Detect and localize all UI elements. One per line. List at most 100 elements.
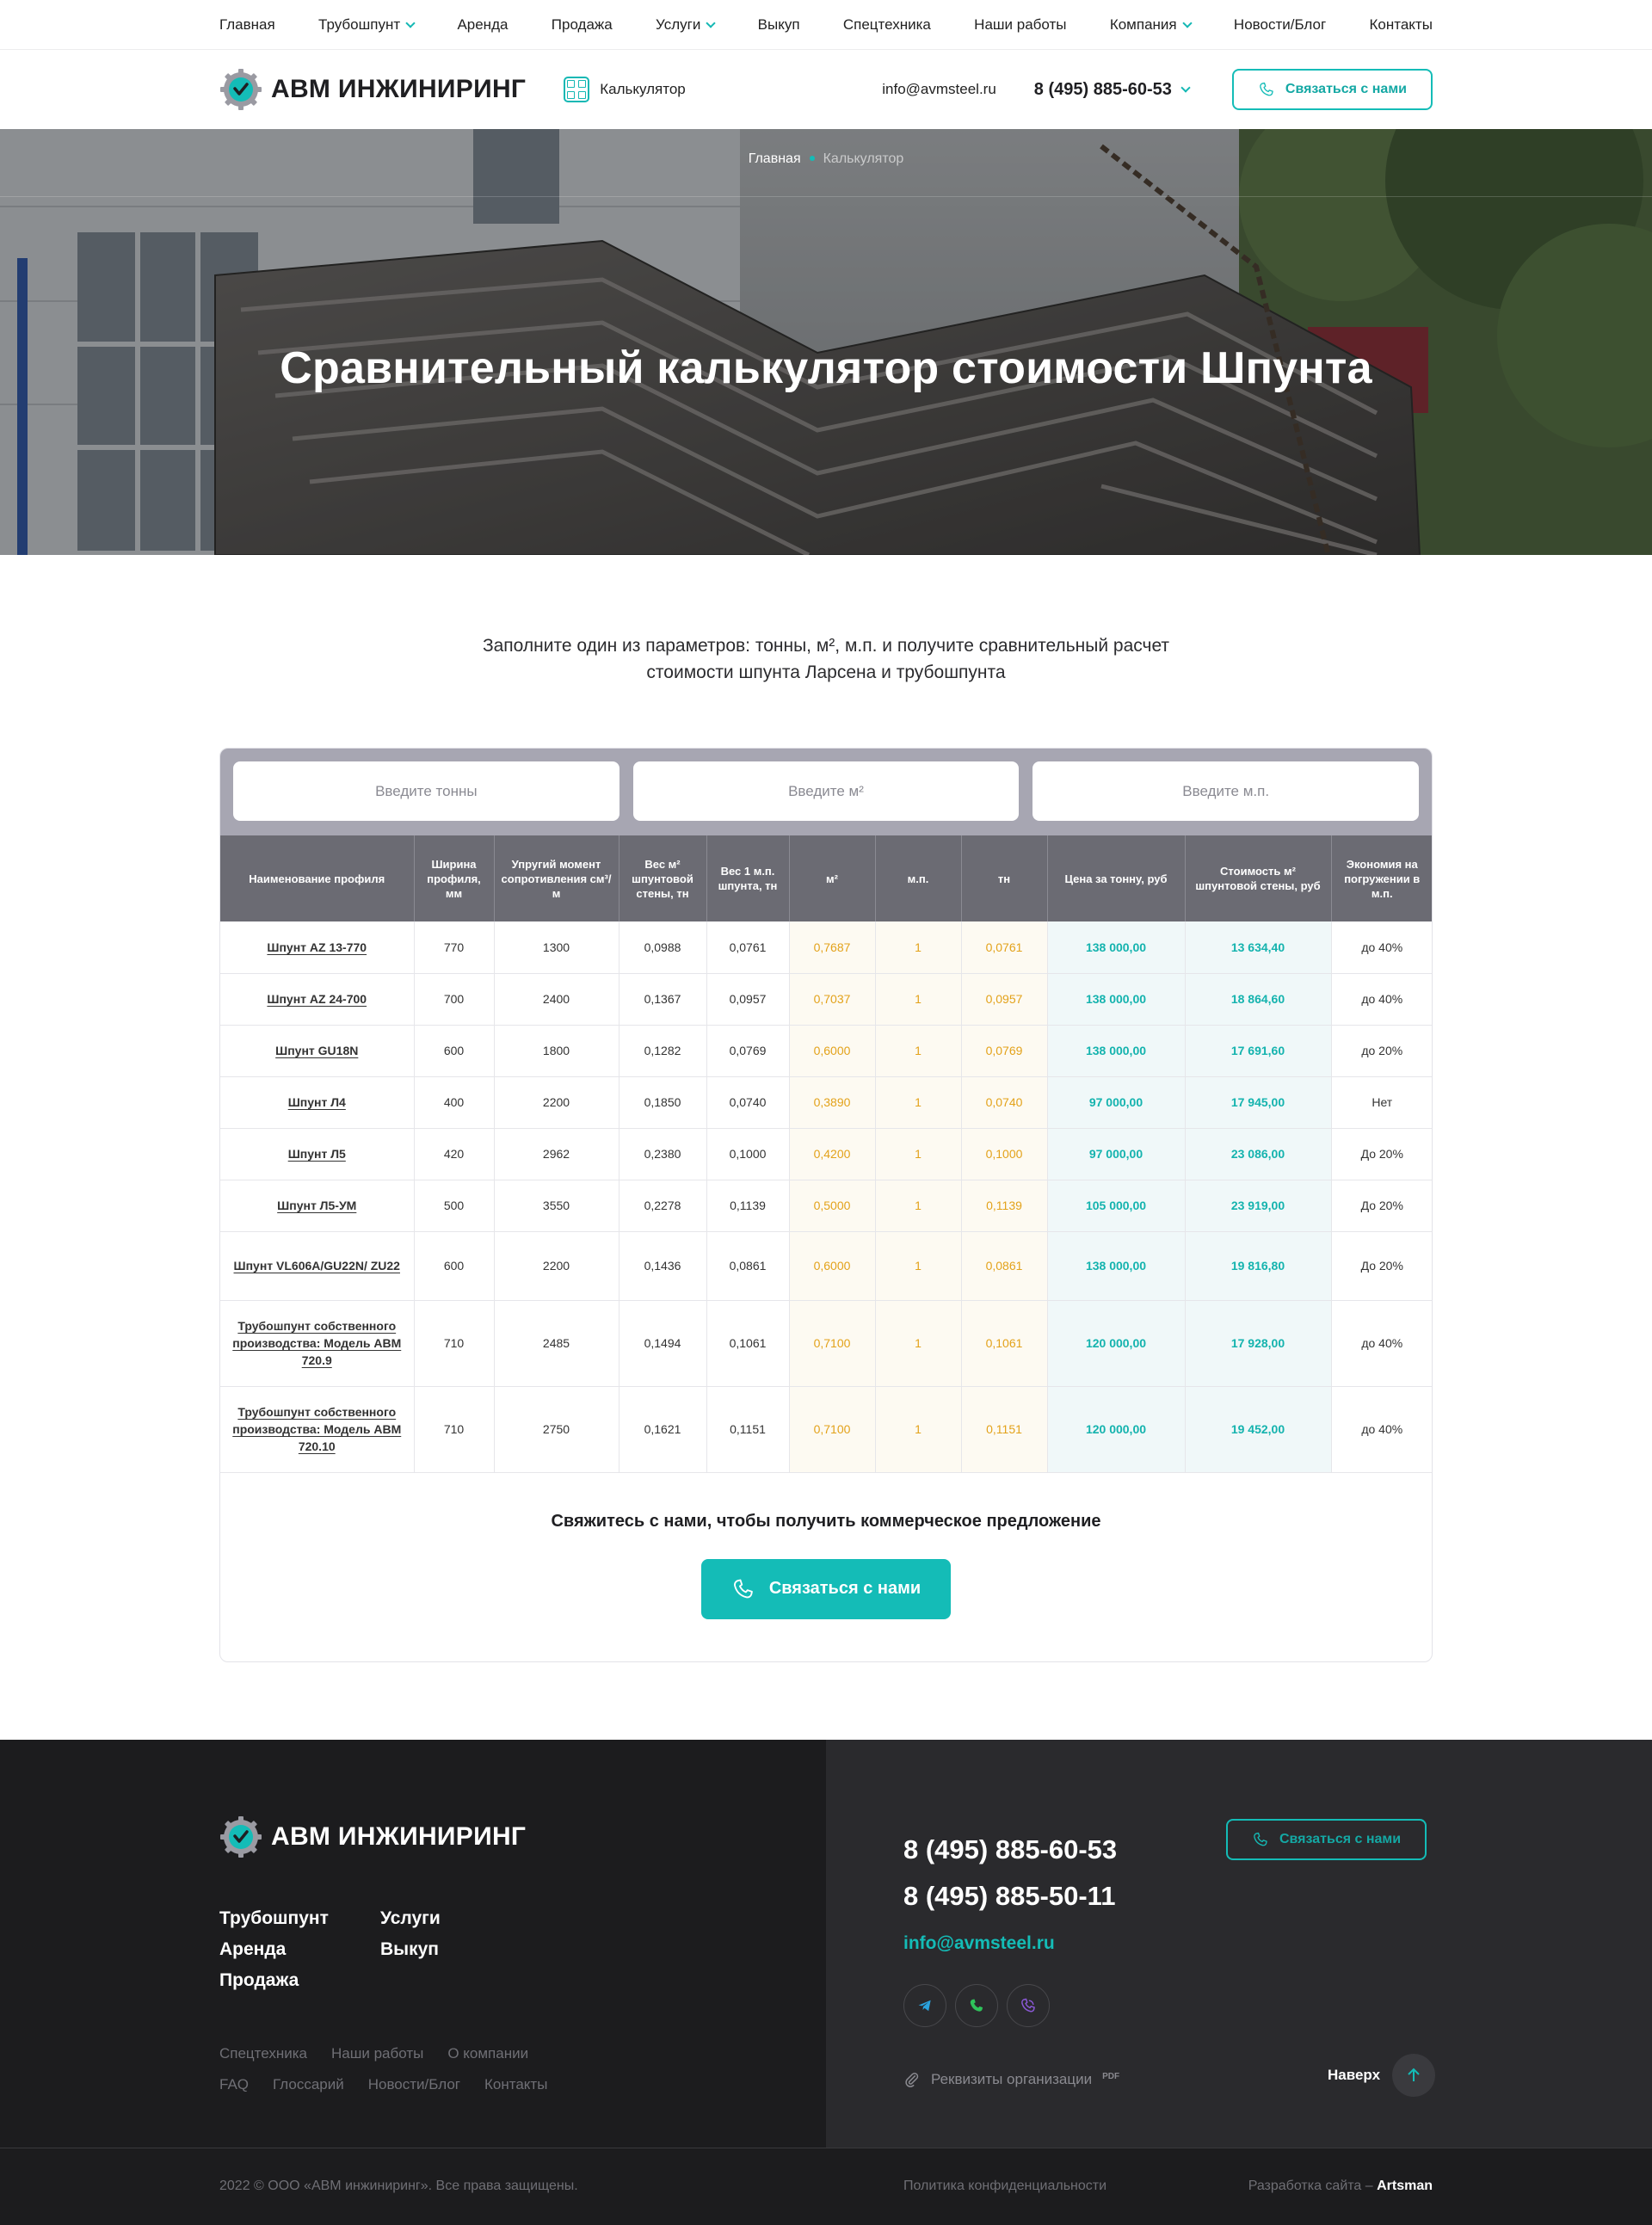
- logo-text: АВМ ИНЖИНИРИНГ: [271, 75, 527, 103]
- footer-logo[interactable]: АВМ ИНЖИНИРИНГ: [219, 1815, 526, 1858]
- footer-phone-2[interactable]: 8 (495) 885-50-11: [903, 1881, 1115, 1912]
- cell-tn: 0,1139: [961, 1180, 1048, 1232]
- header-phone-dropdown[interactable]: 8 (495) 885-60-53: [1034, 80, 1191, 100]
- footer-secondary-link[interactable]: FAQ: [219, 2076, 249, 2092]
- viber-link[interactable]: [1007, 1983, 1050, 2027]
- header-contact-button[interactable]: Связаться с нами: [1231, 69, 1433, 110]
- profile-link[interactable]: Шпунт AZ 24-700: [267, 992, 367, 1006]
- m2-input[interactable]: [632, 761, 1020, 821]
- scroll-to-top-button[interactable]: Наверх: [1328, 2053, 1436, 2097]
- intro-line-1: Заполните один из параметров: тонны, м²,…: [482, 636, 1170, 656]
- cell-price: 138 000,00: [1047, 921, 1186, 974]
- cell-m2: 0,6000: [789, 1231, 876, 1301]
- cell-tn: 0,0861: [961, 1231, 1048, 1301]
- cell-econ: до 40%: [1331, 1300, 1432, 1387]
- nav-item-label: Выкуп: [757, 16, 800, 33]
- mp-input[interactable]: [1032, 761, 1420, 821]
- cell-m2: 0,7100: [789, 1386, 876, 1473]
- footer-phone-1[interactable]: 8 (495) 885-60-53: [903, 1834, 1117, 1865]
- telegram-link[interactable]: [903, 1983, 946, 2027]
- nav-item-8[interactable]: Компания: [1110, 16, 1193, 34]
- requisites-link[interactable]: Реквизиты организации PDF: [903, 2070, 1119, 2089]
- phone-call-link[interactable]: [955, 1983, 998, 2027]
- cell-w-m2: 0,1850: [619, 1076, 707, 1129]
- cell-mp: 1: [875, 921, 962, 974]
- footer-secondary-link[interactable]: Наши работы: [331, 2045, 423, 2062]
- header-email-link[interactable]: info@avmsteel.ru: [882, 81, 996, 98]
- table-row: Шпунт Л5-УМ 500 3550 0,2278 0,1139 0,5000 1 0,1…: [220, 1180, 1432, 1232]
- footer-secondary-link[interactable]: Спецтехника: [219, 2045, 307, 2062]
- site-logo[interactable]: АВМ ИНЖИНИРИНГ: [219, 68, 526, 111]
- nav-item-7[interactable]: Наши работы: [974, 16, 1066, 34]
- column-header-7: тн: [961, 835, 1048, 921]
- footer-secondary-link[interactable]: Новости/Блог: [368, 2076, 460, 2092]
- comparison-table: Наименование профиля Ширина профиля, мм Уп…: [220, 835, 1432, 1473]
- footer-secondary-link[interactable]: О компании: [447, 2045, 528, 2062]
- footer-contact-button[interactable]: Связаться с нами: [1226, 1818, 1427, 1860]
- nav-item-4[interactable]: Услуги: [656, 16, 716, 34]
- commercial-offer-cta: Свяжитесь с нами, чтобы получить коммерч…: [220, 1473, 1432, 1661]
- column-header-10: Экономия на погружении в м.п.: [1331, 835, 1432, 921]
- gear-logo-icon: [220, 69, 262, 110]
- table-row: Шпунт Л4 400 2200 0,1850 0,0740 0,3890 1 0,0740…: [220, 1076, 1432, 1129]
- nav-item-6[interactable]: Спецтехника: [843, 16, 931, 34]
- site-footer: АВМ ИНЖИНИРИНГ Трубошпунт Услуги Аренда Вык…: [0, 1739, 1652, 2225]
- footer-menu-item[interactable]: Продажа: [219, 1970, 380, 1991]
- profile-link[interactable]: Трубошпунт собственного производства: Мо…: [232, 1405, 401, 1453]
- cta-contact-button[interactable]: Связаться с нами: [701, 1558, 951, 1619]
- developer-prefix: Разработка сайта –: [1248, 2178, 1378, 2193]
- nav-item-9[interactable]: Новости/Блог: [1234, 16, 1326, 34]
- calculator-inputs: [220, 749, 1432, 835]
- footer-menu-item[interactable]: Аренда: [219, 1939, 380, 1960]
- footer-menu-item[interactable]: Услуги: [380, 1908, 484, 1929]
- cell-mp: 1: [875, 1076, 962, 1129]
- profile-link[interactable]: Шпунт Л5-УМ: [277, 1199, 356, 1212]
- tons-input[interactable]: [233, 761, 620, 821]
- footer-secondary-link[interactable]: Глоссарий: [273, 2076, 344, 2092]
- cell-tn: 0,0761: [961, 921, 1048, 974]
- cell-w-mp: 0,1000: [706, 1128, 790, 1180]
- profile-link[interactable]: Шпунт Л4: [288, 1095, 346, 1109]
- cell-width: 600: [414, 1231, 495, 1301]
- cell-moment: 1300: [494, 921, 620, 974]
- cell-tn: 0,1151: [961, 1386, 1048, 1473]
- footer-menu-item[interactable]: Выкуп: [380, 1939, 484, 1960]
- nav-item-10[interactable]: Контакты: [1370, 16, 1433, 34]
- profile-link[interactable]: Трубошпунт собственного производства: Мо…: [232, 1319, 401, 1367]
- cell-econ: до 40%: [1331, 921, 1432, 974]
- cell-cost: 23 919,00: [1185, 1180, 1332, 1232]
- cell-width: 400: [414, 1076, 495, 1129]
- telegram-icon: [918, 2000, 931, 2011]
- column-header-8: Цена за тонну, руб: [1047, 835, 1186, 921]
- phone-icon: [1260, 82, 1273, 96]
- footer-logo-text: АВМ ИНЖИНИРИНГ: [271, 1821, 527, 1851]
- developer-link[interactable]: Artsman: [1377, 2179, 1433, 2193]
- profile-link[interactable]: Шпунт GU18N: [275, 1044, 358, 1057]
- breadcrumb-home[interactable]: Главная: [749, 151, 801, 166]
- cell-moment: 2200: [494, 1076, 620, 1129]
- cell-cost: 18 864,60: [1185, 973, 1332, 1026]
- cell-m2: 0,7037: [789, 973, 876, 1026]
- hero-banner: Главная Калькулятор Сравнительный калькул…: [0, 129, 1652, 555]
- calculator-link[interactable]: Калькулятор: [564, 77, 686, 102]
- cell-width: 420: [414, 1128, 495, 1180]
- privacy-policy-link[interactable]: Политика конфиденциальности: [903, 2179, 1106, 2194]
- footer-menu-item[interactable]: Трубошпунт: [219, 1908, 380, 1929]
- nav-item-0[interactable]: Главная: [219, 16, 275, 34]
- nav-item-3[interactable]: Продажа: [552, 16, 613, 34]
- cell-w-m2: 0,2278: [619, 1180, 707, 1232]
- nav-item-5[interactable]: Выкуп: [758, 16, 800, 34]
- cell-price: 105 000,00: [1047, 1180, 1186, 1232]
- nav-item-1[interactable]: Трубошпунт: [318, 16, 416, 34]
- cell-price: 120 000,00: [1047, 1386, 1186, 1473]
- footer-email[interactable]: info@avmsteel.ru: [903, 1933, 1055, 1954]
- table-row: Трубошпунт собственного производства: Мо…: [220, 1300, 1432, 1387]
- profile-link[interactable]: Шпунт Л5: [288, 1147, 346, 1161]
- profile-link[interactable]: Шпунт AZ 13-770: [267, 940, 367, 954]
- footer-secondary-link[interactable]: Контакты: [484, 2076, 547, 2092]
- cell-w-mp: 0,1139: [706, 1180, 790, 1232]
- nav-item-2[interactable]: Аренда: [457, 16, 508, 34]
- profile-name-cell: Шпунт GU18N: [220, 1025, 415, 1077]
- phone-icon: [733, 1579, 753, 1598]
- profile-link[interactable]: Шпунт VL606A/GU22N/ ZU22: [234, 1259, 400, 1273]
